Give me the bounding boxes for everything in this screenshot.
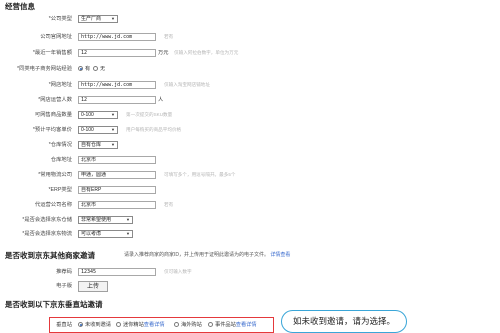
vertical-option-2-text: 迷你精站查看详情 (123, 322, 165, 328)
chevron-down-icon: ▼ (126, 217, 130, 222)
store-url-label: *网店地址 (48, 82, 72, 88)
invite-code-hint: 仅可输入数字 (164, 269, 192, 274)
row-courier: *常用物流公司 申通，圆通 可填写多个，用逗号隔开。最多5个 (0, 171, 500, 180)
upload-button[interactable]: 上传 (78, 281, 108, 292)
row-erp: *ERP类型 自有ERP (0, 186, 500, 195)
row-jd-logistics: *是否会选择京东物流 可以考虑 ▼ (0, 230, 500, 239)
row-avg-price: *预计平均客单价 0-100 ▼ 用户每购买的商品平均价格 (0, 126, 500, 135)
jd-warehouse-value: 非常希望使用 (81, 217, 112, 223)
erp-input[interactable]: 自有ERP (78, 186, 156, 194)
warehouse-addr-label: 仓库地址 (50, 157, 72, 163)
company-type-label: *公司类型 (48, 16, 72, 22)
row-warehouse: *仓库情况 自有仓库 ▼ (0, 141, 500, 150)
company-type-select[interactable]: 生产厂商 ▼ (78, 15, 118, 23)
row-online-store: *同类电子商务网站经验 有 无 (0, 65, 500, 74)
sales-unit: 万元 (158, 50, 169, 56)
vertical-option-3-radio[interactable] (174, 322, 179, 327)
invite-file-label: 电子版 (56, 283, 72, 289)
row-agent: 代运营公司名称 北京市 若有 (0, 201, 500, 210)
section-title-business: 经营信息 (5, 2, 35, 11)
invite-other-desc: 请录入推荐商家的商家ID，并上传用于证明此邀请为的电子文件。 详情查看 (124, 253, 290, 258)
online-store-yes-radio[interactable] (78, 66, 83, 71)
online-store-no-text: 无 (100, 66, 106, 72)
agent-input[interactable]: 北京市 (78, 201, 156, 209)
ops-staff-input[interactable]: 12 (78, 96, 156, 104)
vertical-option-3-text: 海外购站 (181, 322, 202, 328)
sku-count-value: 0-100 (81, 112, 94, 118)
invite-other-detail-link[interactable]: 详情查看 (270, 252, 290, 258)
website-hint: 若有 (164, 34, 174, 39)
website-input[interactable]: http://www.jd.com (78, 33, 156, 41)
sku-count-label: 可网售商品数量 (34, 112, 72, 118)
row-website: 公司官网地址 http://www.jd.com 若有 (0, 33, 500, 42)
invite-code-input[interactable]: 12345 (78, 268, 156, 276)
row-sku-count: 可网售商品数量 0-100 ▼ 第一次提交的SKU数量 (0, 111, 500, 120)
website-label: 公司官网地址 (40, 34, 72, 40)
jd-logistics-label: *是否会选择京东物流 (22, 231, 72, 237)
invite-code-label: 推荐码 (56, 269, 72, 275)
store-url-input[interactable]: http://www.jd.com (78, 81, 156, 89)
row-company-type: *公司类型 生产厂商 ▼ (0, 15, 500, 24)
agent-hint: 若有 (164, 202, 174, 207)
row-invite-code: 推荐码 12345 仅可输入数字 (0, 268, 500, 277)
vertical-option-2-radio[interactable] (116, 322, 121, 327)
avg-price-label: *预计平均客单价 (32, 127, 72, 133)
online-store-label: *同类电子商务网站经验 (16, 66, 72, 72)
vertical-option-4-radio[interactable] (208, 322, 213, 327)
row-invite-file: 电子版 上传 (0, 281, 500, 293)
chevron-down-icon: ▼ (126, 231, 130, 236)
online-store-no-radio[interactable] (93, 66, 98, 71)
avg-price-value: 0-100 (81, 127, 94, 133)
sku-count-select[interactable]: 0-100 ▼ (78, 111, 118, 119)
vertical-option-2-label: 迷你精站 (123, 322, 144, 328)
row-vertical-site: 垂直站 未收到邀请 迷你精站查看详情 海外购站 事件品站查看详情 (0, 321, 500, 330)
online-store-yes-text: 有 (85, 66, 91, 72)
ops-staff-label: *网店运营人数 (38, 97, 72, 103)
callout-bubble: 如未收到邀请，请为选择。 (281, 310, 407, 333)
chevron-down-icon: ▼ (111, 142, 115, 147)
vertical-option-4-text: 事件品站查看详情 (215, 322, 257, 328)
courier-label: *常用物流公司 (38, 172, 72, 178)
vertical-site-label: 垂直站 (56, 322, 72, 328)
row-jd-warehouse: *是否会选择京东仓储 非常希望使用 ▼ (0, 216, 500, 225)
jd-warehouse-select[interactable]: 非常希望使用 ▼ (78, 216, 133, 224)
vertical-option-2-link[interactable]: 查看详情 (144, 322, 165, 328)
section-title-invite-vertical: 是否收到以下京东垂直站邀请 (5, 300, 103, 309)
chevron-down-icon: ▼ (111, 127, 115, 132)
row-warehouse-addr: 仓库地址 北京市 (0, 156, 500, 165)
warehouse-select[interactable]: 自有仓库 ▼ (78, 141, 118, 149)
avg-price-select[interactable]: 0-100 ▼ (78, 126, 118, 134)
warehouse-value: 自有仓库 (81, 142, 102, 148)
vertical-option-4-link[interactable]: 查看详情 (236, 322, 257, 328)
sales-hint: 仅输入阿拉伯数字，单位为万元 (174, 50, 239, 55)
ops-staff-unit: 人 (158, 97, 164, 103)
warehouse-addr-input[interactable]: 北京市 (78, 156, 156, 164)
row-store-url: *网店地址 http://www.jd.com 仅输入淘宝网店铺地址 (0, 81, 500, 90)
company-type-value: 生产厂商 (81, 16, 102, 22)
courier-input[interactable]: 申通，圆通 (78, 171, 156, 179)
warehouse-label: *仓库情况 (48, 142, 72, 148)
vertical-option-1-radio[interactable] (78, 322, 83, 327)
chevron-down-icon: ▼ (111, 112, 115, 117)
agent-label: 代运营公司名称 (34, 202, 72, 208)
vertical-option-1-text: 未收到邀请 (85, 322, 111, 328)
sku-count-hint: 第一次提交的SKU数量 (126, 112, 173, 117)
row-ops-staff: *网店运营人数 12 人 (0, 96, 500, 105)
section-title-invite-other: 是否收到京东其他商家邀请 (5, 251, 95, 260)
row-sales: *最近一年销售额 12 万元 仅输入阿拉伯数字，单位为万元 (0, 49, 500, 58)
jd-logistics-select[interactable]: 可以考虑 ▼ (78, 230, 133, 238)
courier-hint: 可填写多个，用逗号隔开。最多5个 (164, 172, 236, 177)
avg-price-hint: 用户每购买的商品平均价格 (126, 127, 182, 132)
sales-label: *最近一年销售额 (32, 50, 72, 56)
store-url-hint: 仅输入淘宝网店铺地址 (164, 82, 210, 87)
vertical-option-4-label: 事件品站 (215, 322, 236, 328)
invite-other-desc-text: 请录入推荐商家的商家ID，并上传用于证明此邀请为的电子文件。 (124, 252, 270, 258)
jd-warehouse-label: *是否会选择京东仓储 (22, 217, 72, 223)
erp-label: *ERP类型 (48, 187, 72, 193)
jd-logistics-value: 可以考虑 (81, 231, 102, 237)
sales-input[interactable]: 12 (78, 49, 156, 57)
chevron-down-icon: ▼ (111, 16, 115, 21)
